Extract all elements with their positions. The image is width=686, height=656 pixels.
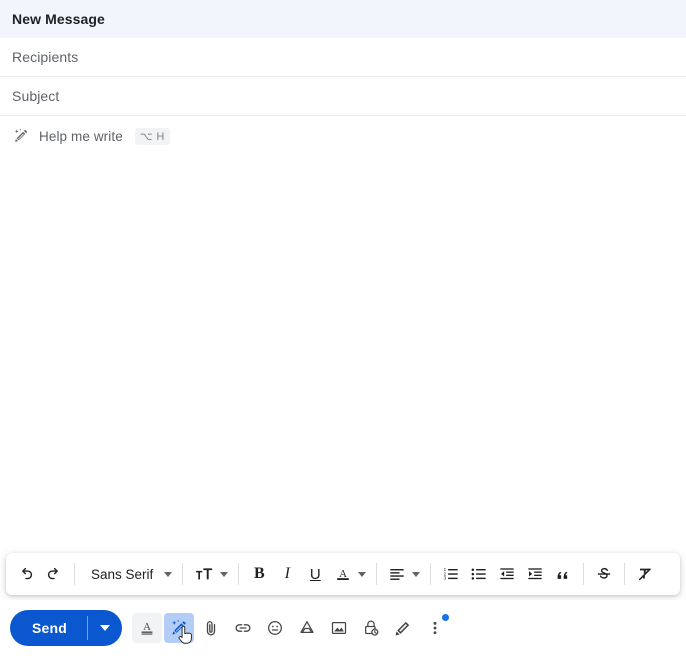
emoji-icon xyxy=(268,621,282,635)
numbered-list-icon: 1 2 3 xyxy=(444,567,458,581)
insert-photo-button[interactable] xyxy=(324,613,354,643)
subject-input[interactable]: Subject xyxy=(12,88,59,104)
bulleted-list-button[interactable] xyxy=(465,559,493,589)
magic-pen-icon xyxy=(172,619,186,635)
send-button[interactable]: Send xyxy=(10,610,87,646)
insert-link-button[interactable] xyxy=(228,613,258,643)
help-me-write-shortcut: ⌥ H xyxy=(134,127,170,145)
help-me-write-chip[interactable]: Help me write ⌥ H xyxy=(12,127,170,145)
align-left-icon xyxy=(390,569,404,580)
more-options-button[interactable] xyxy=(420,613,450,643)
font-family-value: Sans Serif xyxy=(91,566,154,582)
chevron-down-icon xyxy=(358,571,367,577)
paperclip-icon xyxy=(206,621,216,636)
insert-drive-file-button[interactable] xyxy=(292,613,322,643)
numbered-list-button[interactable]: 1 2 3 xyxy=(437,559,465,589)
compose-action-bar: Send A xyxy=(0,600,686,656)
notification-badge xyxy=(442,614,450,621)
message-body-input[interactable] xyxy=(0,157,686,541)
send-options-button[interactable] xyxy=(88,610,122,646)
remove-formatting-icon xyxy=(639,568,652,581)
indent-more-icon xyxy=(528,568,542,580)
send-button-group[interactable]: Send xyxy=(10,610,123,646)
format-text-icon: A xyxy=(141,621,153,635)
google-drive-icon xyxy=(300,621,314,633)
chevron-down-icon xyxy=(164,571,173,577)
toolbar-divider xyxy=(430,563,432,585)
font-size-icon xyxy=(196,568,213,580)
action-bar-icons: A xyxy=(132,613,452,644)
quote-button[interactable] xyxy=(549,559,577,589)
lock-clock-icon xyxy=(365,620,379,636)
attach-files-button[interactable] xyxy=(196,613,226,643)
underline-button[interactable]: U xyxy=(301,559,329,589)
bold-button[interactable]: B xyxy=(245,559,273,589)
chevron-down-icon xyxy=(412,571,421,577)
text-color-icon: A xyxy=(337,568,350,580)
indent-more-button[interactable] xyxy=(521,559,549,589)
confidential-mode-button[interactable] xyxy=(356,613,386,643)
more-vertical-icon xyxy=(433,621,437,635)
svg-text:3: 3 xyxy=(444,576,447,581)
indent-less-icon xyxy=(500,568,514,580)
align-select[interactable] xyxy=(383,559,424,589)
help-me-write-button[interactable] xyxy=(164,613,195,644)
image-icon xyxy=(331,622,347,634)
font-family-select[interactable]: Sans Serif xyxy=(81,559,176,589)
subject-row[interactable]: Subject xyxy=(0,77,686,116)
link-icon xyxy=(235,624,251,632)
recipients-row[interactable]: Recipients xyxy=(0,38,686,77)
chevron-down-icon xyxy=(100,625,111,631)
redo-button[interactable] xyxy=(40,559,68,589)
strikethrough-button[interactable] xyxy=(590,559,618,589)
font-size-select[interactable] xyxy=(189,559,232,589)
help-me-write-label: Help me write xyxy=(39,128,123,144)
help-me-write-row: Help me write ⌥ H xyxy=(0,116,686,156)
undo-button[interactable] xyxy=(12,559,40,589)
recipients-input[interactable]: Recipients xyxy=(12,49,78,65)
formatting-toolbar: Sans Serif B I U A 1 2 3 xyxy=(6,553,680,595)
redo-icon xyxy=(47,567,58,580)
toolbar-divider xyxy=(583,563,585,585)
svg-text:A: A xyxy=(143,621,151,633)
pen-icon xyxy=(395,621,410,636)
italic-button[interactable]: I xyxy=(273,559,301,589)
toolbar-divider xyxy=(376,563,378,585)
remove-formatting-button[interactable] xyxy=(631,559,659,589)
text-color-select[interactable]: A xyxy=(329,559,370,589)
chevron-down-icon xyxy=(220,571,229,577)
svg-text:A: A xyxy=(339,568,347,580)
toolbar-divider xyxy=(74,563,75,585)
page-title: New Message xyxy=(12,11,105,27)
quote-icon xyxy=(557,571,568,579)
toolbar-divider xyxy=(182,563,184,585)
magic-pen-icon xyxy=(14,128,27,142)
undo-icon xyxy=(22,567,33,580)
strikethrough-icon xyxy=(598,567,611,579)
insert-signature-button[interactable] xyxy=(388,613,418,643)
formatting-options-button[interactable]: A xyxy=(132,613,163,643)
compose-header: New Message xyxy=(0,0,686,38)
insert-emoji-button[interactable] xyxy=(260,613,290,643)
indent-less-button[interactable] xyxy=(493,559,521,589)
bulleted-list-icon xyxy=(471,568,486,580)
toolbar-divider xyxy=(624,563,626,585)
toolbar-divider xyxy=(238,563,240,585)
